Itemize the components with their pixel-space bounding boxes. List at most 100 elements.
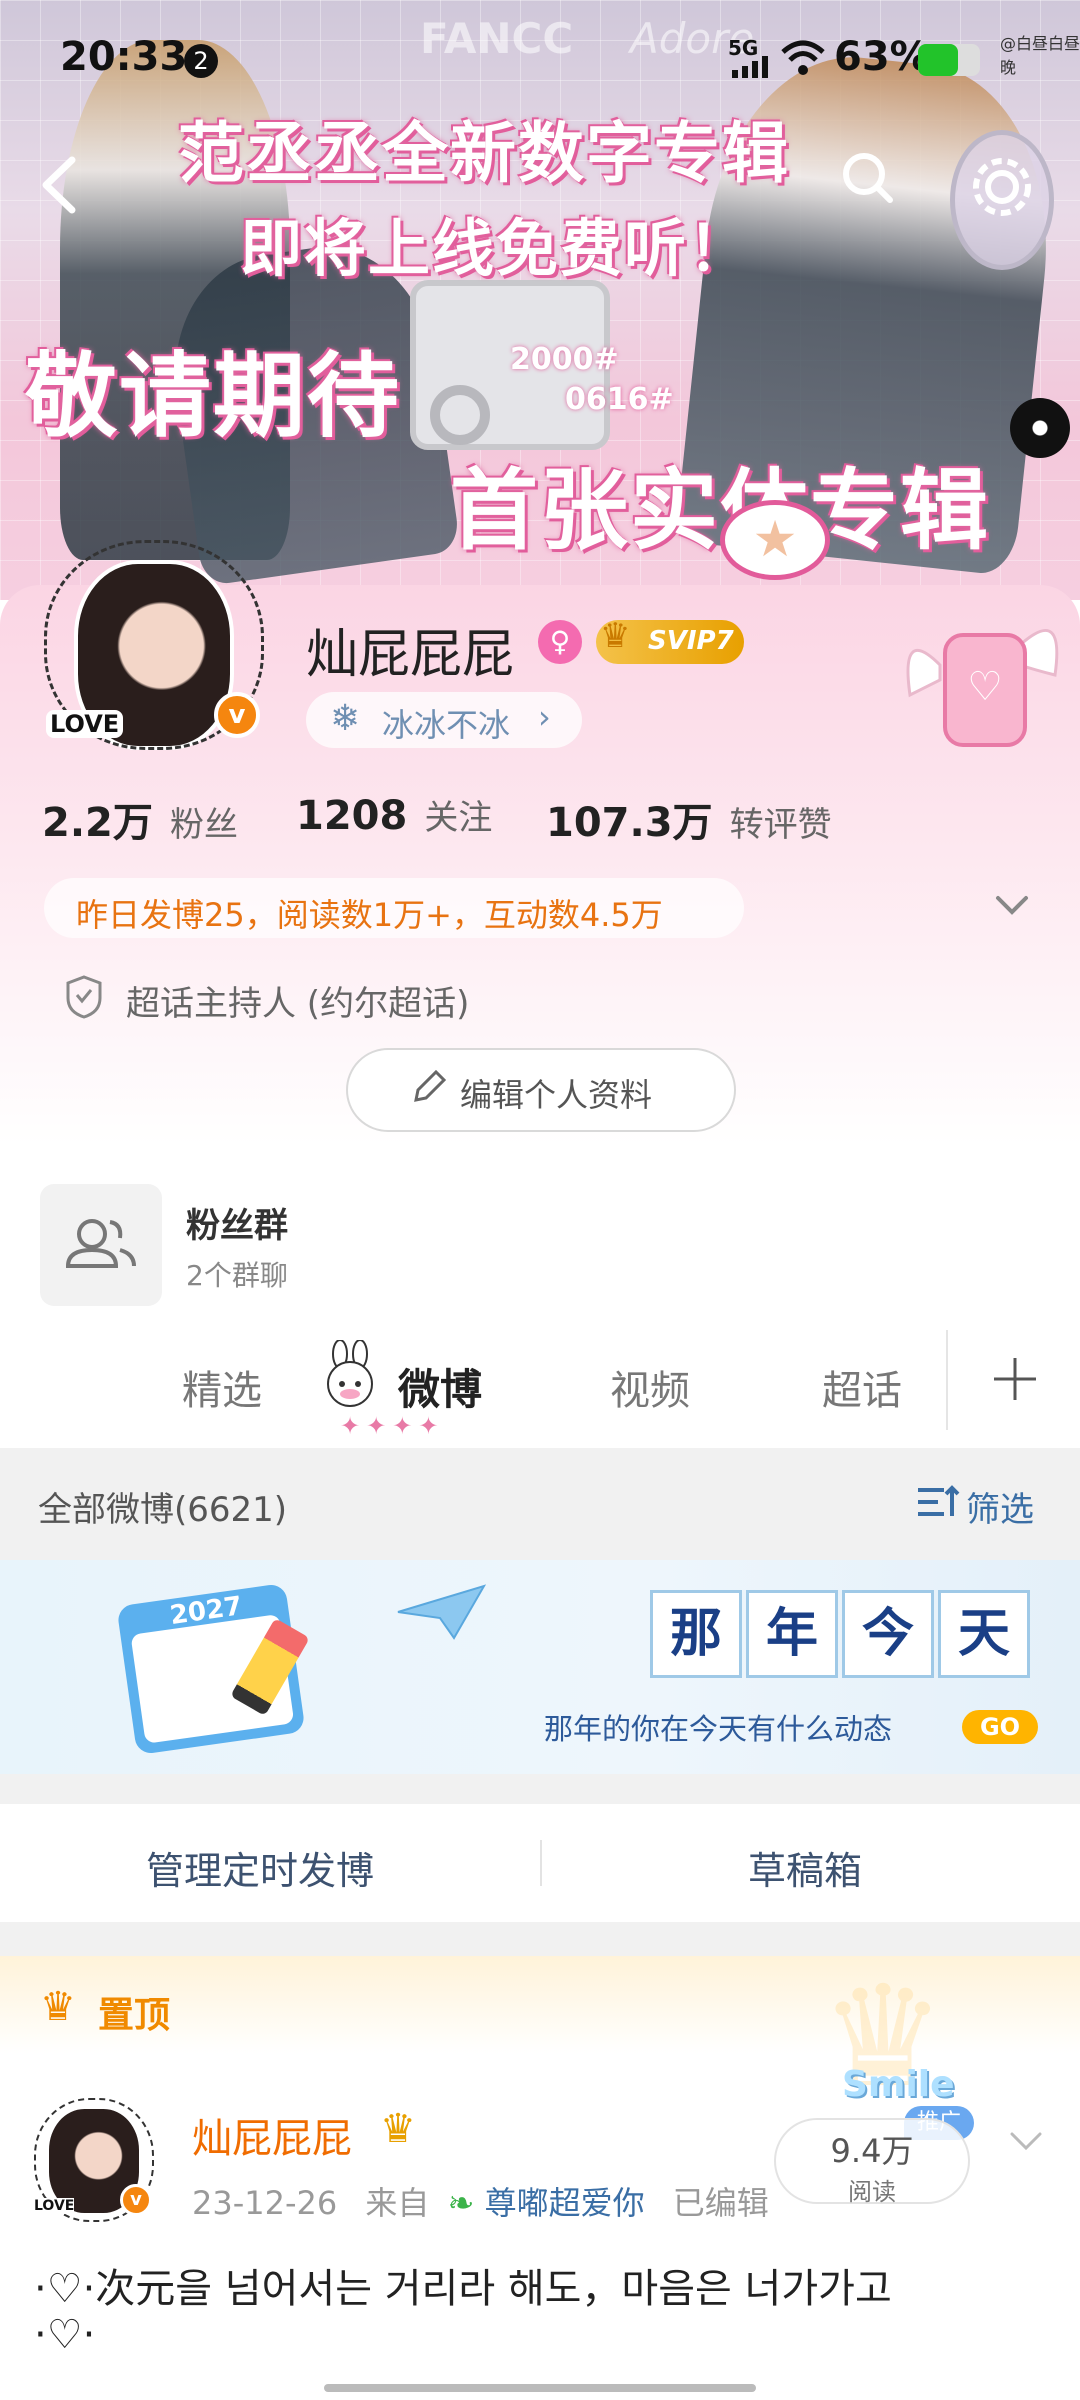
post-text-line2: ·♡· xyxy=(34,2312,96,2358)
post-source[interactable]: 尊嘟超爱你 xyxy=(485,2184,645,2222)
avatar-sticker: LOVE xyxy=(46,710,124,738)
leaf-icon: ❧ xyxy=(447,2184,475,2222)
title-char: 那 xyxy=(650,1590,742,1678)
status-time: 20:33 xyxy=(60,34,188,80)
tab-divider xyxy=(946,1330,948,1430)
vinyl-record-icon xyxy=(1010,398,1070,458)
crown-icon: ♛ xyxy=(600,616,631,656)
profile-name: 灿屁屁屁 xyxy=(306,625,515,685)
settings-gear-icon[interactable] xyxy=(950,130,1054,270)
stat-followers[interactable]: 2.2万 粉丝 xyxy=(42,790,238,848)
manage-divider xyxy=(540,1840,542,1886)
post-meta: 23-12-26 来自 ❧ 尊嘟超爱你 已编辑 xyxy=(192,2178,769,2224)
title-char: 年 xyxy=(746,1590,838,1678)
fan-group-subtitle: 2个群聊 xyxy=(186,1259,288,1292)
manage-row: 管理定时发博 草稿箱 xyxy=(0,1804,1080,1922)
tab-weibo[interactable]: 微博 xyxy=(398,1356,482,1417)
edit-profile-label: 编辑个人资料 xyxy=(460,1076,653,1114)
all-posts-label[interactable]: 全部微博(6621) xyxy=(38,1482,287,1531)
gender-female-icon: ♀ xyxy=(538,620,582,664)
filter-icon[interactable] xyxy=(914,1482,960,1526)
svg-text:♡: ♡ xyxy=(967,664,1003,710)
home-indicator xyxy=(324,2384,756,2392)
on-this-day-banner[interactable]: 2027 那年今天 那年的你在今天有什么动态 GO xyxy=(0,1560,1080,1774)
edit-profile-button[interactable]: 编辑个人资料 xyxy=(346,1048,736,1132)
banner-headline: 敬请期待 xyxy=(25,343,402,450)
pinned-post[interactable]: ♛ 置顶 ♛ Smile 推广 LOVE v 灿屁屁屁 ♛ 23-12-26 来… xyxy=(0,1956,1080,2400)
banner-headline: 范丞丞全新数字专辑 xyxy=(178,115,790,192)
more-chevron-icon[interactable] xyxy=(1006,2126,1046,2160)
chevron-right-icon: › xyxy=(538,698,551,736)
post-date: 23-12-26 xyxy=(192,2184,338,2222)
stat-value: 107.3万 xyxy=(546,800,713,846)
banner-headline: 即将上线免费听！ xyxy=(240,212,753,285)
active-tab-stars-icon: ✦✦✦✦ xyxy=(340,1412,445,1440)
scheduled-posts-button[interactable]: 管理定时发博 xyxy=(146,1840,374,1895)
section-gap xyxy=(0,1774,1080,1804)
stat-interactions[interactable]: 107.3万 转评赞 xyxy=(546,790,832,848)
snowflake-icon: ❄ xyxy=(330,698,361,739)
pencil-icon xyxy=(408,1066,448,1114)
verified-badge-icon: v xyxy=(120,2184,152,2216)
title-char: 天 xyxy=(938,1590,1030,1678)
tab-video[interactable]: 视频 xyxy=(610,1358,690,1416)
tab-featured[interactable]: 精选 xyxy=(182,1358,262,1416)
pinned-label: 置顶 xyxy=(98,1995,171,2036)
fan-group-entry[interactable]: 粉丝群 2个群聊 xyxy=(40,1184,1040,1306)
shield-icon xyxy=(64,974,104,1024)
group-people-icon xyxy=(40,1184,162,1306)
expand-chevron-icon[interactable] xyxy=(992,890,1032,924)
stat-following[interactable]: 1208 关注 xyxy=(296,790,492,839)
read-count-label: 阅读 xyxy=(848,2178,896,2206)
battery-percent: 63% xyxy=(834,34,930,80)
signal-icon xyxy=(730,56,774,78)
filter-label[interactable]: 筛选 xyxy=(966,1482,1034,1531)
avatar[interactable]: LOVE v xyxy=(44,540,264,750)
supertopic-role[interactable]: 超话主持人 (约尔超话) xyxy=(126,976,469,1025)
post-avatar[interactable]: LOVE v xyxy=(34,2098,154,2222)
post-source-prefix: 来自 xyxy=(365,2184,430,2222)
back-icon[interactable] xyxy=(30,150,90,220)
post-text[interactable]: ·♡·次元을 넘어서는 거리라 해도，마음은 너가가고 xyxy=(34,2256,892,2314)
battery-icon xyxy=(918,44,980,76)
verified-badge-icon: v xyxy=(214,692,260,738)
title-char: 今 xyxy=(842,1590,934,1678)
promo-sticker-text: Smile xyxy=(842,2064,955,2105)
read-count-box[interactable]: 9.4万 阅读 xyxy=(774,2118,970,2206)
pinned-crown-icon: ♛ xyxy=(40,1984,76,2030)
fan-group-title: 粉丝群 xyxy=(186,1206,288,1246)
activity-text: 昨日发博25，阅读数1万+，互动数4.5万 xyxy=(76,896,663,934)
stat-value: 1208 xyxy=(296,793,408,839)
wifi-icon xyxy=(780,38,826,82)
stat-label: 粉丝 xyxy=(169,805,238,845)
go-button[interactable]: GO xyxy=(962,1710,1038,1744)
vip-badge[interactable]: ♛ SVIP7 xyxy=(596,616,744,664)
on-this-day-subtitle: 那年的你在今天有什么动态 xyxy=(544,1712,893,1746)
banner-watermark: FANCC xyxy=(420,14,574,63)
group-badge[interactable]: ❄ 冰冰不冰 › xyxy=(306,692,582,748)
profile-cover-banner[interactable]: FANCC Adore 范丞丞全新数字专辑 即将上线免费听！ 敬请期待 首张实体… xyxy=(0,0,1080,600)
post-edited: 已编辑 xyxy=(672,2184,769,2222)
vip-crown-icon: ♛ xyxy=(380,2106,416,2152)
stat-value: 2.2万 xyxy=(42,800,153,846)
winged-phone-sticker-icon: ♡ xyxy=(900,605,1060,755)
group-badge-label: 冰冰不冰 xyxy=(382,706,511,744)
paper-plane-icon xyxy=(396,1582,487,1646)
banner-tag: 2000# xyxy=(510,342,619,377)
banner-credit: @白昼白昼晚 xyxy=(1000,34,1080,77)
search-icon[interactable] xyxy=(826,136,912,222)
on-this-day-title: 那年今天 xyxy=(650,1590,1034,1678)
activity-summary[interactable]: 昨日发博25，阅读数1万+，互动数4.5万 xyxy=(44,878,744,938)
add-tab-plus-icon[interactable] xyxy=(990,1354,1040,1408)
read-count-value: 9.4万 xyxy=(830,2132,914,2170)
stat-label: 转评赞 xyxy=(729,805,832,845)
tab-supertopic[interactable]: 超话 xyxy=(822,1358,902,1416)
notification-count-badge: 2 xyxy=(184,44,218,78)
stat-label: 关注 xyxy=(424,798,493,838)
drafts-button[interactable]: 草稿箱 xyxy=(748,1840,862,1895)
banner-headline: 首张实体专辑 xyxy=(450,459,991,562)
vip-label: SVIP7 xyxy=(648,626,734,656)
all-posts-bar: 全部微博(6621) 筛选 xyxy=(0,1448,1080,1560)
banner-tag: 0616# xyxy=(565,382,674,417)
post-author-name[interactable]: 灿屁屁屁 xyxy=(192,2106,352,2164)
